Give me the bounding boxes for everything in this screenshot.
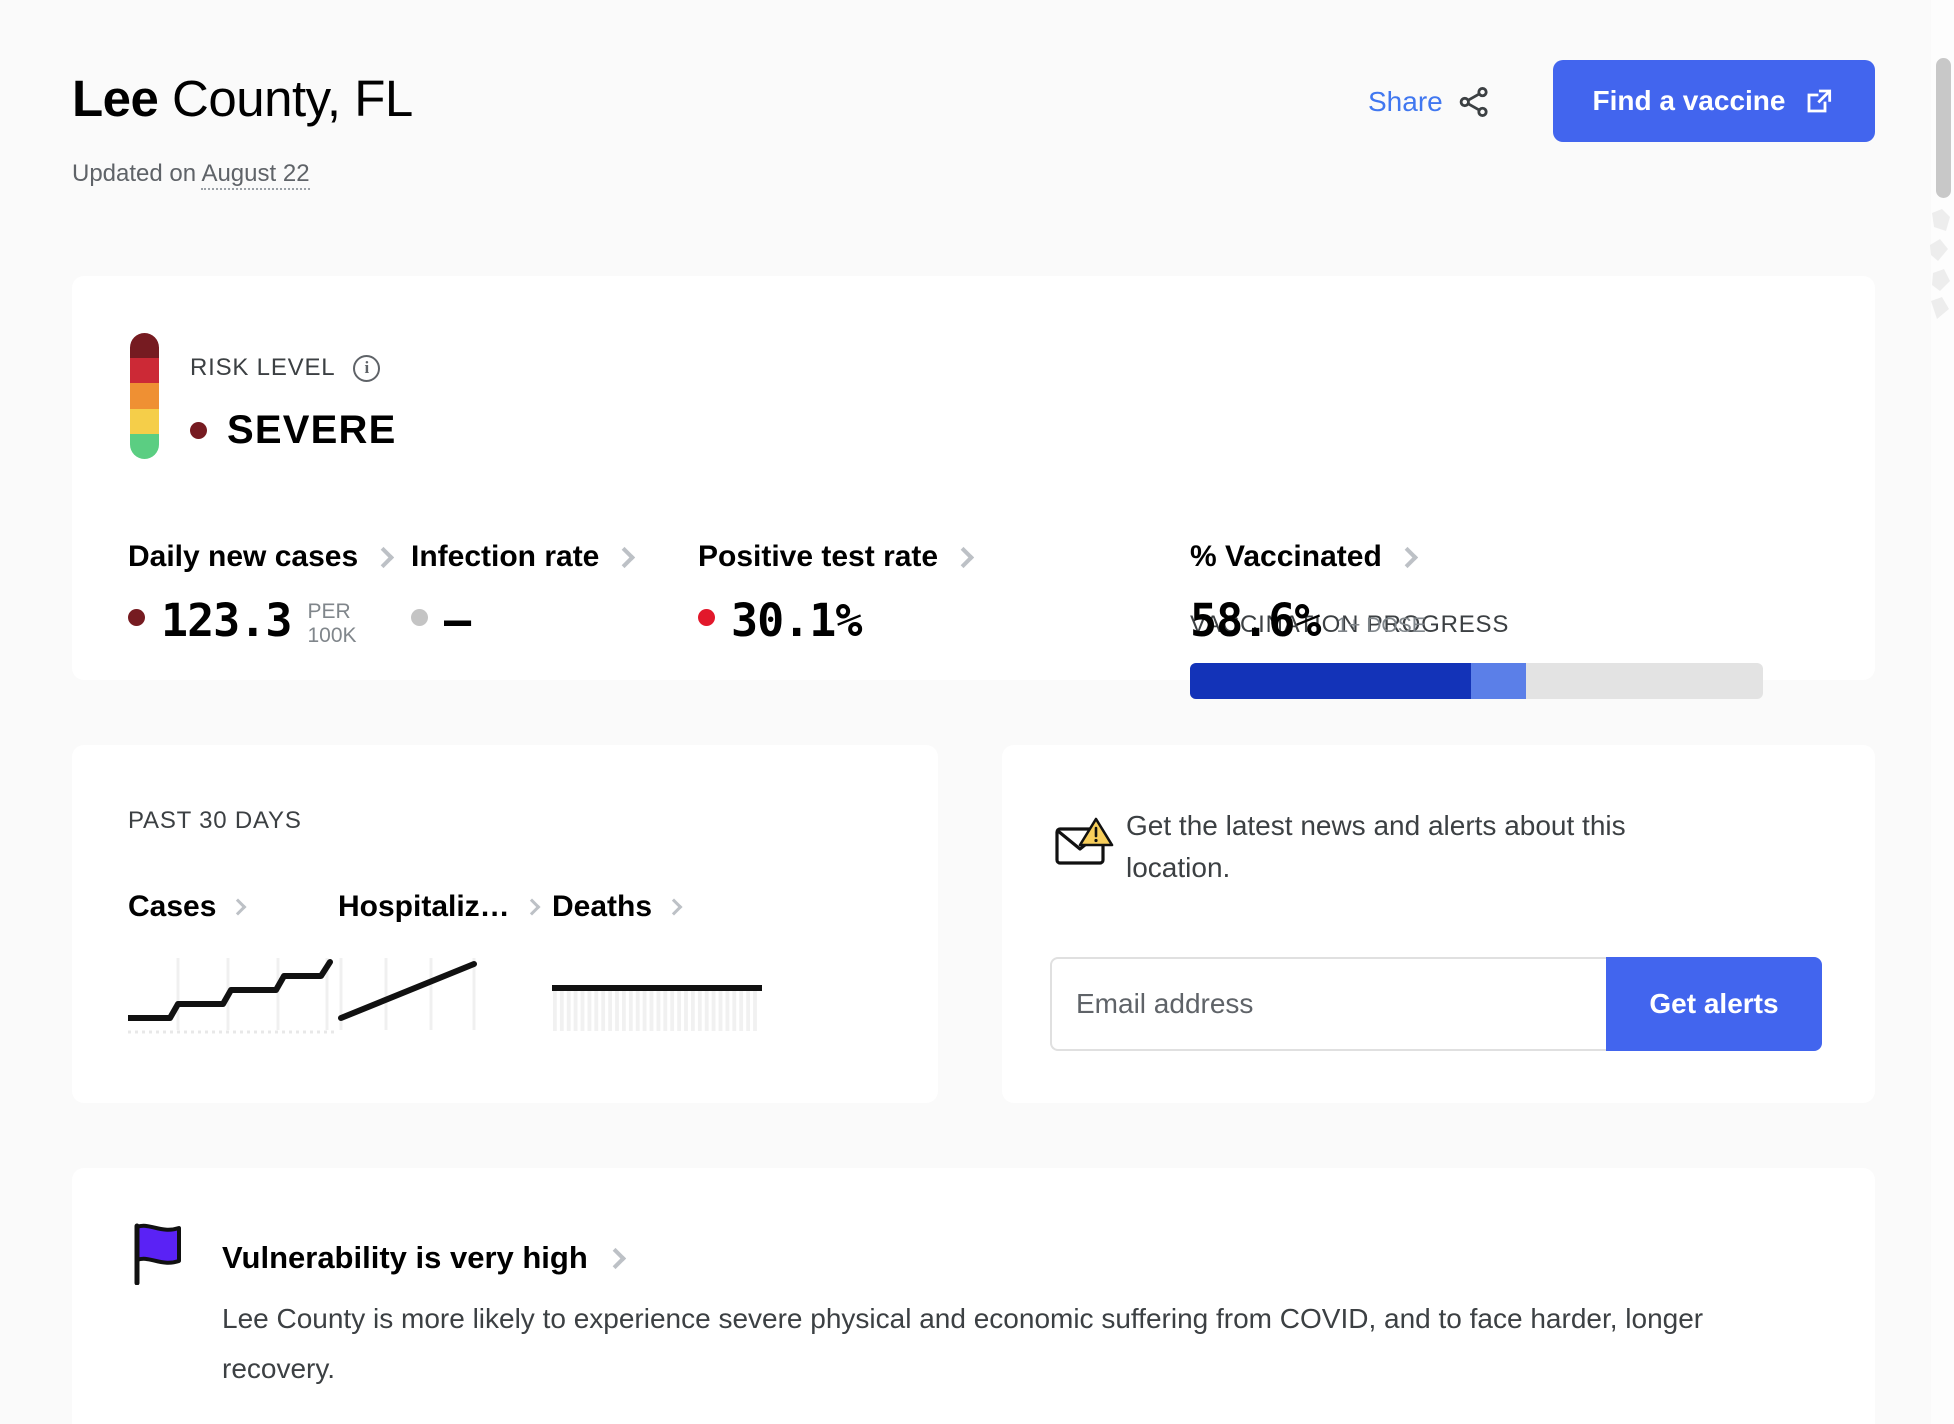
map-edge-graphic bbox=[1930, 209, 1950, 319]
risk-level-dot bbox=[190, 422, 207, 439]
updated-line: Updated on August 22 bbox=[72, 160, 310, 190]
metric-positive-test-rate-dot bbox=[698, 609, 715, 626]
vulnerability-card: Vulnerability is very high Lee County is… bbox=[72, 1168, 1875, 1424]
metric-daily-new-cases-dot bbox=[128, 609, 145, 626]
metric-positive-test-rate-label: Positive test rate bbox=[698, 540, 939, 573]
page-scrollbar-track[interactable] bbox=[1930, 0, 1954, 1424]
sparkline-hospitalizations-chart bbox=[338, 958, 477, 1030]
sparkline-cases-chart bbox=[125, 958, 338, 1034]
metric-percent-vaccinated-value: 58.6% bbox=[1190, 594, 1321, 647]
email-input[interactable] bbox=[1050, 957, 1606, 1051]
summary-card: RISK LEVEL i SEVERE VACCINATION PROGRESS… bbox=[72, 276, 1875, 699]
chevron-right-icon bbox=[665, 898, 683, 916]
metric-positive-test-rate-value-row: 30.1% bbox=[698, 594, 971, 647]
sparkline-hospitalizations[interactable]: Hospitaliz… bbox=[338, 890, 541, 1039]
sparkline-deaths-chart bbox=[549, 985, 762, 1031]
risk-level-value-row: SEVERE bbox=[190, 408, 397, 453]
metric-percent-vaccinated-label: % Vaccinated bbox=[1190, 540, 1382, 573]
share-label: Share bbox=[1368, 86, 1443, 117]
thermometer-segment-high bbox=[130, 358, 159, 384]
past-30-days-card: PAST 30 DAYS Cases Hospitaliz… Deaths bbox=[72, 745, 938, 1103]
past-30-days-label: PAST 30 DAYS bbox=[128, 807, 302, 834]
chevron-right-icon bbox=[229, 898, 247, 916]
metric-percent-vaccinated-unit: 1+ DOSE bbox=[1336, 614, 1426, 637]
vaccination-fully-segment bbox=[1190, 663, 1471, 699]
vulnerability-description: Lee County is more likely to experience … bbox=[222, 1303, 1704, 1384]
chevron-right-icon bbox=[953, 546, 975, 568]
alerts-signup-form: Get alerts bbox=[1050, 957, 1822, 1051]
external-link-icon bbox=[1808, 89, 1832, 113]
share-icon bbox=[1459, 86, 1488, 118]
metric-percent-vaccinated[interactable]: % Vaccinated 58.6% 1+ DOSE bbox=[1190, 540, 1426, 647]
vulnerability-headline-row[interactable]: Vulnerability is very high bbox=[222, 1240, 626, 1276]
risk-thermometer-icon bbox=[130, 333, 159, 459]
sparkline-deaths[interactable]: Deaths bbox=[549, 890, 762, 1039]
metric-daily-new-cases-unit: PER 100K bbox=[307, 600, 357, 647]
purple-flag-icon bbox=[134, 1223, 181, 1285]
metric-infection-rate-header[interactable]: Infection rate bbox=[411, 540, 636, 574]
risk-level-label: RISK LEVEL bbox=[190, 354, 336, 381]
alerts-description: Get the latest news and alerts about thi… bbox=[1126, 810, 1626, 883]
vaccination-partial-segment bbox=[1470, 663, 1526, 699]
get-alerts-button[interactable]: Get alerts bbox=[1606, 957, 1822, 1051]
metric-infection-rate-dot bbox=[411, 609, 428, 626]
sparkline-hospitalizations-header[interactable]: Hospitaliz… bbox=[338, 890, 541, 924]
metric-percent-vaccinated-header[interactable]: % Vaccinated bbox=[1190, 540, 1426, 574]
page-scrollbar-thumb[interactable] bbox=[1936, 58, 1951, 198]
sparkline-cases-header[interactable]: Cases bbox=[128, 890, 338, 924]
metric-infection-rate[interactable]: Infection rate – bbox=[411, 540, 636, 647]
chevron-right-icon bbox=[373, 546, 395, 568]
vaccination-progress-bar bbox=[1190, 663, 1763, 699]
find-a-vaccine-label: Find a vaccine bbox=[1592, 85, 1786, 116]
find-a-vaccine-button[interactable]: Find a vaccine bbox=[1553, 60, 1875, 142]
page-title-county: Lee bbox=[72, 70, 159, 127]
chevron-right-icon bbox=[1396, 546, 1418, 568]
metric-daily-new-cases-value-row: 123.3 PER 100K bbox=[128, 594, 391, 666]
dashboard-page: Lee County, FL Updated on August 22 Shar… bbox=[0, 0, 1931, 1424]
thermometer-segment-low bbox=[130, 408, 159, 434]
metric-infection-rate-value: – bbox=[444, 594, 472, 647]
metric-percent-vaccinated-value-row: 58.6% 1+ DOSE bbox=[1190, 594, 1426, 647]
alerts-signup-card: Get the latest news and alerts about thi… bbox=[1002, 745, 1875, 1103]
sparkline-cases[interactable]: Cases bbox=[125, 890, 338, 1039]
metric-positive-test-rate-value: 30.1% bbox=[731, 594, 862, 647]
sparkline-deaths-header[interactable]: Deaths bbox=[552, 890, 762, 924]
sparkline-cases-label: Cases bbox=[128, 890, 217, 923]
page-title-rest: County, FL bbox=[158, 70, 413, 127]
metric-infection-rate-value-row: – bbox=[411, 594, 632, 647]
metric-infection-rate-label: Infection rate bbox=[411, 540, 600, 573]
share-button[interactable]: Share bbox=[1368, 85, 1491, 119]
updated-date[interactable]: August 22 bbox=[201, 160, 310, 190]
chevron-right-icon bbox=[614, 546, 636, 568]
sparkline-deaths-label: Deaths bbox=[552, 890, 653, 923]
thermometer-segment-severe bbox=[130, 333, 159, 359]
metric-daily-new-cases[interactable]: Daily new cases 123.3 PER 100K bbox=[128, 540, 395, 666]
thermometer-segment-minimal bbox=[130, 433, 159, 459]
metric-daily-new-cases-header[interactable]: Daily new cases bbox=[128, 540, 395, 574]
page-title: Lee County, FL bbox=[72, 72, 413, 126]
updated-prefix: Updated on bbox=[72, 160, 202, 187]
chevron-right-icon bbox=[604, 1247, 626, 1269]
page-header: Lee County, FL Updated on August 22 Shar… bbox=[0, 0, 1931, 200]
envelope-warning-icon bbox=[1055, 817, 1114, 865]
risk-level-header: RISK LEVEL i bbox=[190, 354, 381, 382]
chevron-right-icon bbox=[523, 898, 541, 916]
risk-level-value: SEVERE bbox=[227, 408, 397, 452]
vulnerability-headline: Vulnerability is very high bbox=[222, 1240, 588, 1275]
metric-positive-test-rate-header[interactable]: Positive test rate bbox=[698, 540, 975, 574]
metric-daily-new-cases-label: Daily new cases bbox=[128, 540, 359, 573]
info-icon[interactable]: i bbox=[353, 354, 381, 382]
metric-positive-test-rate[interactable]: Positive test rate 30.1% bbox=[698, 540, 975, 647]
thermometer-segment-medium bbox=[130, 383, 159, 409]
sparkline-hospitalizations-label: Hospitaliz… bbox=[338, 890, 510, 923]
metric-daily-new-cases-value: 123.3 bbox=[161, 594, 292, 647]
